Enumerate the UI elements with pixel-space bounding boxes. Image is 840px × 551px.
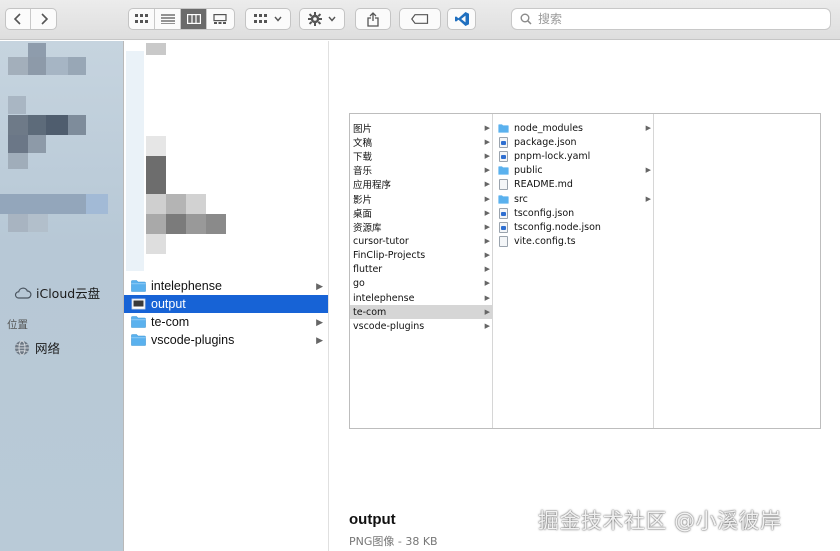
preview-file-info: PNG图像 - 38 KB (349, 535, 438, 548)
thumb-row: vscode-plugins ▶ (353, 320, 490, 332)
column-view-button[interactable] (181, 9, 207, 29)
json-file-icon (499, 221, 508, 233)
file-column-1: intelephense ▶ output te-com ▶ vscode-pl… (124, 41, 329, 551)
thumb-row: flutter ▶ (353, 263, 490, 275)
share-icon (367, 11, 379, 27)
folder-icon (498, 123, 509, 133)
group-by-button[interactable] (245, 8, 291, 30)
toolbar (0, 0, 840, 40)
chevron-right-icon: ▶ (316, 280, 323, 291)
thumb-row: node_modules ▶ (493, 121, 653, 135)
thumb-row: FinClip-Projects ▶ (353, 249, 490, 261)
folder-icon (498, 165, 509, 175)
list-view-button[interactable] (155, 9, 181, 29)
typescript-file-icon (499, 235, 508, 247)
folder-icon (498, 194, 509, 204)
image-file-icon (131, 298, 146, 310)
gallery-icon (213, 14, 227, 24)
thumb-row: go ▶ (353, 277, 490, 289)
thumbnail-column-1: 图片 ▶ 文稿 ▶ 下载 ▶ 音乐 ▶ 应用程序 ▶ 影片 ▶ 桌面 ▶ 资源库 ▶ curso… (350, 114, 493, 428)
list-item-label: intelephense (151, 279, 222, 293)
action-menu-button[interactable] (299, 8, 345, 30)
share-button[interactable] (355, 8, 391, 30)
thumb-row: 音乐 ▶ (353, 166, 490, 177)
thumb-row: 文稿 ▶ (353, 138, 490, 149)
list-item[interactable]: vscode-plugins ▶ (124, 331, 328, 349)
list-item-selected[interactable]: output (124, 295, 328, 313)
thumb-row: pnpm-lock.yaml (493, 149, 653, 163)
back-button[interactable] (6, 9, 32, 29)
sidebar: iCloud云盘 位置 网络 (0, 41, 124, 551)
grid-icon (254, 14, 267, 23)
thumb-row: cursor-tutor ▶ (353, 235, 490, 247)
grid-icon (134, 14, 148, 23)
chevron-down-icon (274, 16, 282, 22)
chevron-down-icon (328, 16, 336, 22)
cloud-icon (14, 287, 32, 299)
chevron-right-icon: ▶ (316, 316, 323, 327)
list-item[interactable]: te-com ▶ (124, 313, 328, 331)
folder-icon (131, 334, 146, 346)
forward-button[interactable] (31, 9, 56, 29)
chevron-left-icon (13, 13, 21, 25)
folder-icon (131, 316, 146, 328)
thumb-row: README.md (493, 177, 653, 191)
thumb-row: intelephense ▶ (353, 292, 490, 304)
thumb-row: 下载 ▶ (353, 152, 490, 163)
tag-icon (411, 14, 429, 24)
list-item-label: te-com (151, 315, 190, 329)
thumb-row: src ▶ (493, 192, 653, 206)
folder-icon (131, 280, 146, 292)
search-input[interactable] (538, 12, 818, 26)
thumb-row: 图片 ▶ (353, 124, 490, 135)
thumb-row: public ▶ (493, 163, 653, 177)
thumb-row: 资源库 ▶ (353, 223, 490, 234)
json-file-icon (499, 136, 508, 148)
thumb-row: tsconfig.node.json (493, 220, 653, 234)
view-mode-control (128, 8, 235, 30)
tags-button[interactable] (399, 8, 441, 30)
chevron-right-icon (40, 13, 48, 25)
list-icon (160, 14, 175, 24)
icon-view-button[interactable] (129, 9, 155, 29)
list-item[interactable]: intelephense ▶ (124, 277, 328, 295)
list-item-label: output (151, 297, 186, 311)
thumb-row: package.json (493, 135, 653, 149)
thumbnail-column-2: node_modules ▶ package.json pnpm-lock.yam… (493, 114, 654, 428)
json-file-icon (499, 207, 508, 219)
columns-icon (186, 14, 201, 24)
gear-icon (308, 12, 322, 26)
vscode-icon (454, 12, 469, 26)
thumb-row: tsconfig.json (493, 206, 653, 220)
thumb-row: vite.config.ts (493, 234, 653, 248)
thumb-row-selected: te-com ▶ (350, 305, 492, 319)
document-icon (499, 178, 508, 190)
sidebar-section-header: 位置 (7, 319, 28, 331)
sidebar-item-label: iCloud云盘 (36, 286, 101, 301)
preview-file-name: output (349, 511, 396, 528)
watermark: 掘金技术社区 @小溪彼岸 (538, 509, 782, 533)
gallery-view-button[interactable] (207, 9, 233, 29)
globe-icon (15, 340, 29, 355)
sidebar-item-label: 网络 (35, 341, 61, 356)
sidebar-item-network[interactable]: 网络 (14, 338, 60, 357)
list-item-label: vscode-plugins (151, 333, 235, 347)
chevron-right-icon: ▶ (316, 334, 323, 345)
search-field[interactable] (511, 8, 831, 30)
preview-thumbnail: 图片 ▶ 文稿 ▶ 下载 ▶ 音乐 ▶ 应用程序 ▶ 影片 ▶ 桌面 ▶ 资源库 ▶ curso… (349, 113, 821, 429)
file-icon (499, 150, 508, 162)
vscode-button[interactable] (447, 8, 476, 30)
thumb-row: 桌面 ▶ (353, 209, 490, 220)
search-icon (520, 13, 532, 25)
thumb-row: 影片 ▶ (353, 195, 490, 206)
sidebar-item-icloud[interactable]: iCloud云盘 (14, 283, 100, 302)
nav-buttons (5, 8, 57, 30)
thumb-row: 应用程序 ▶ (353, 180, 490, 191)
